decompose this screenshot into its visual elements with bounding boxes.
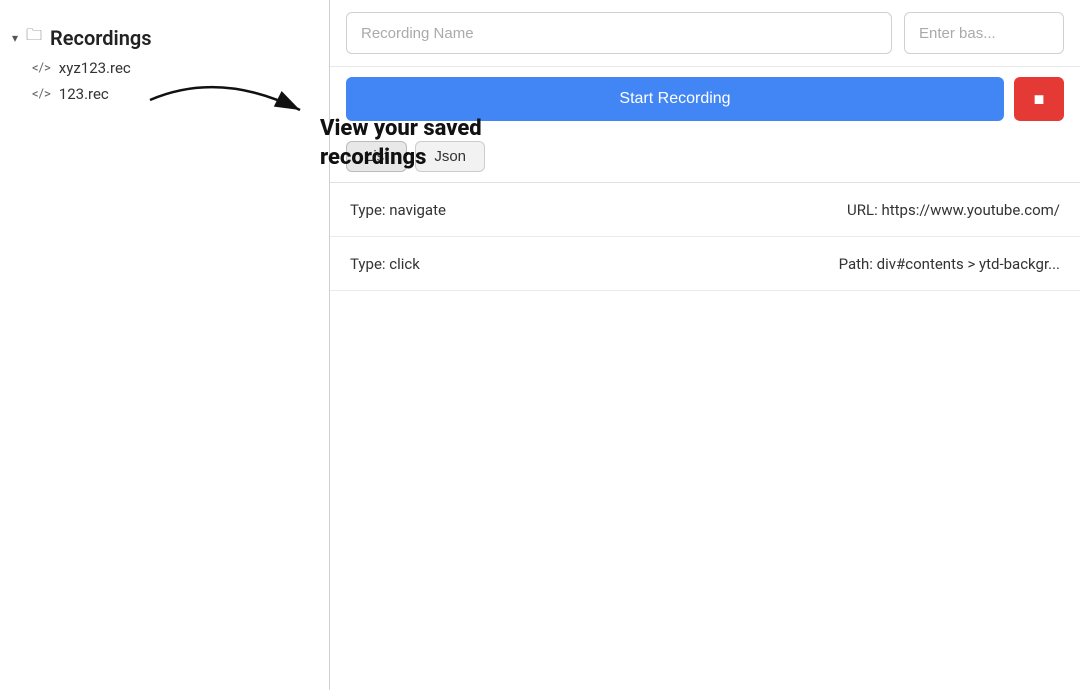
recording-list: Type: navigate URL: https://www.youtube.… — [330, 183, 1080, 690]
start-recording-button[interactable]: Start Recording — [346, 77, 1004, 121]
entry-meta: URL: https://www.youtube.com/ — [847, 201, 1060, 219]
folder-icon: 🗀 — [26, 24, 42, 51]
top-bar — [330, 0, 1080, 67]
tab-bar: List Json — [330, 131, 1080, 183]
entry-meta-value: div#contents > ytd-backgr... — [877, 255, 1060, 273]
action-bar: Start Recording ■ — [330, 67, 1080, 131]
recording-name-input[interactable] — [346, 12, 892, 54]
code-icon: </> — [32, 87, 51, 102]
entry-meta-key: URL: — [847, 201, 878, 219]
entry-meta-key: Path: — [839, 255, 873, 273]
sidebar-item-123[interactable]: </> 123.rec — [0, 81, 329, 107]
entry-type: Type: navigate — [350, 201, 446, 219]
sidebar-item-label: xyz123.rec — [59, 59, 131, 77]
chevron-down-icon: ▾ — [12, 31, 18, 45]
sidebar-item-xyz123[interactable]: </> xyz123.rec — [0, 55, 329, 81]
table-row: Type: click Path: div#contents > ytd-bac… — [330, 237, 1080, 291]
base-url-input[interactable] — [904, 12, 1064, 54]
stop-icon: ■ — [1034, 89, 1045, 110]
main-content: Start Recording ■ List Json Type: naviga… — [330, 0, 1080, 690]
entry-meta-value: https://www.youtube.com/ — [881, 201, 1060, 219]
entry-meta: Path: div#contents > ytd-backgr... — [839, 255, 1060, 273]
sidebar-item-label: 123.rec — [59, 85, 109, 103]
sidebar: ▾ 🗀 Recordings </> xyz123.rec </> 123.re… — [0, 0, 330, 690]
stop-recording-button[interactable]: ■ — [1014, 77, 1064, 121]
table-row: Type: navigate URL: https://www.youtube.… — [330, 183, 1080, 237]
recordings-folder[interactable]: ▾ 🗀 Recordings — [0, 16, 329, 55]
tab-list[interactable]: List — [346, 141, 407, 172]
entry-type: Type: click — [350, 255, 420, 273]
tab-json[interactable]: Json — [415, 141, 485, 172]
code-icon: </> — [32, 61, 51, 76]
sidebar-title: Recordings — [50, 26, 152, 50]
